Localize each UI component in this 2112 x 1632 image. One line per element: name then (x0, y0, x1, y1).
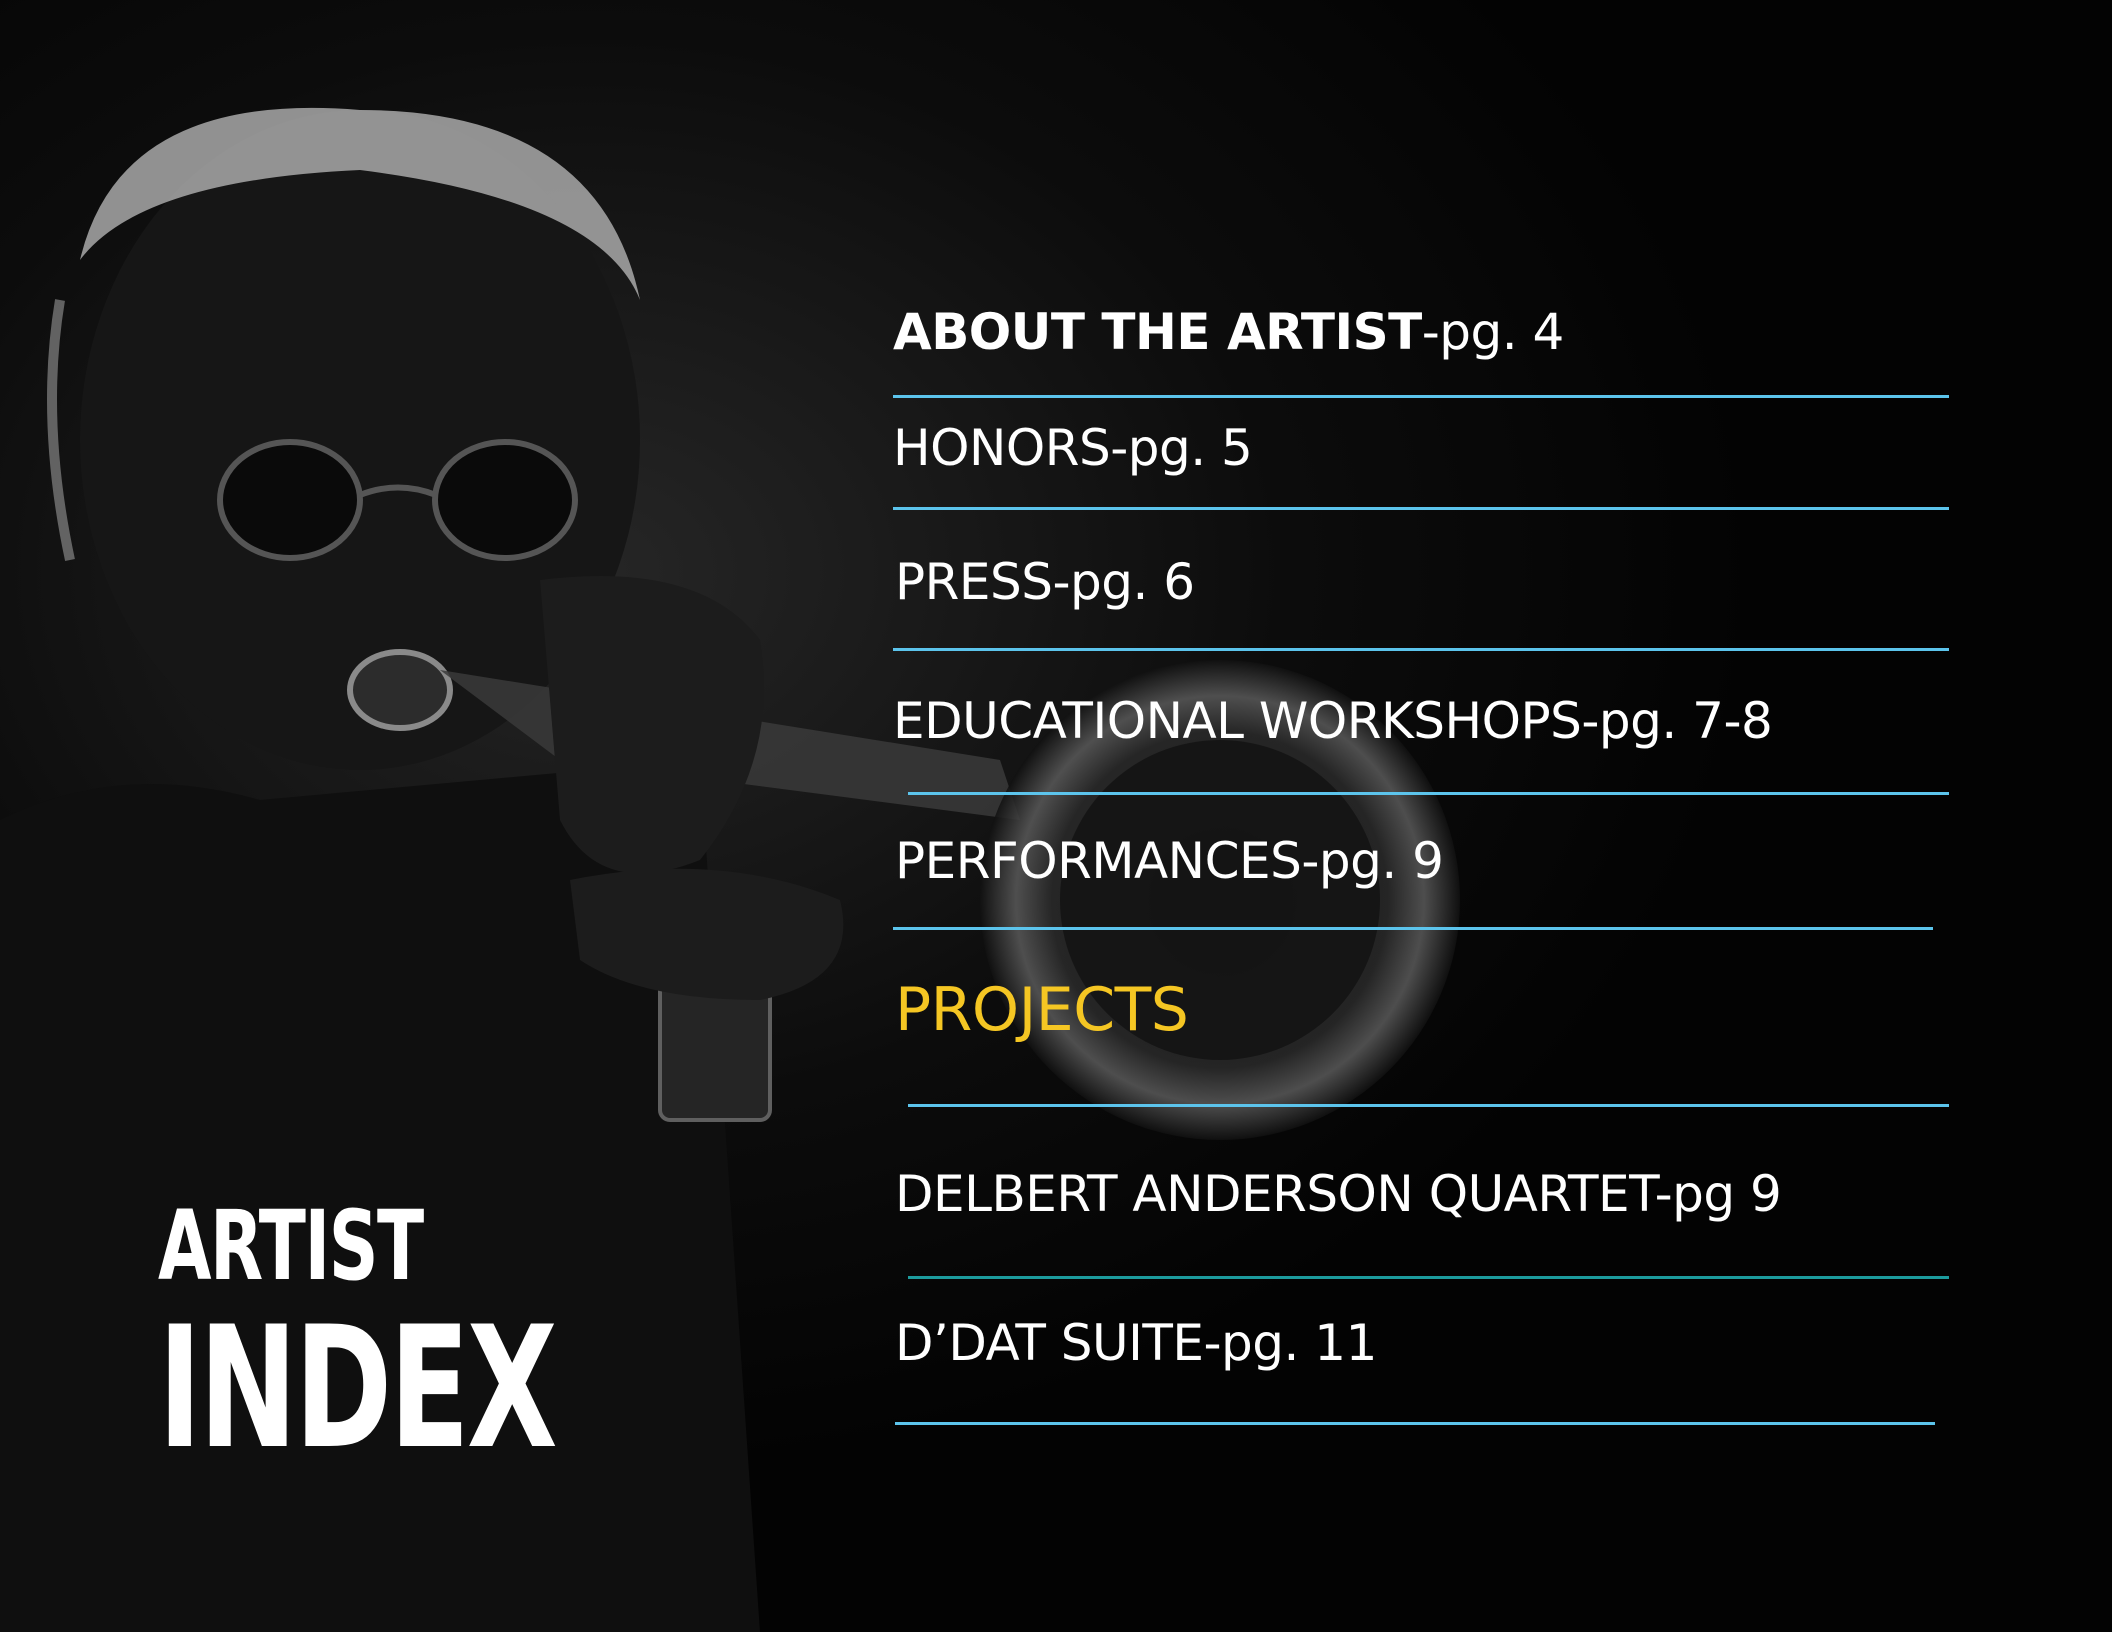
divider-rule (893, 648, 1949, 651)
entry-page: -pg. 11 (1203, 1314, 1378, 1372)
entry-title: DELBERT ANDERSON QUARTET (895, 1165, 1655, 1223)
artist-index-page: ABOUT THE ARTIST-pg. 4 HONORS-pg. 5 PRES… (0, 0, 2112, 1632)
index-entry-performances: PERFORMANCES-pg. 9 (895, 836, 1444, 886)
divider-rule (908, 792, 1949, 795)
entry-page: -pg. 7-8 (1581, 692, 1773, 750)
divider-rule (908, 1276, 1949, 1279)
index-entry-honors: HONORS-pg. 5 (893, 423, 1253, 473)
divider-rule (893, 395, 1949, 398)
divider-rule (893, 507, 1949, 510)
index-entry-educational-workshops: EDUCATIONAL WORKSHOPS-pg. 7-8 (893, 696, 1773, 746)
entry-page: -pg. 5 (1110, 419, 1253, 477)
index-entry-ddat-suite: D’DAT SUITE-pg. 11 (895, 1318, 1377, 1368)
entry-title: PERFORMANCES (895, 832, 1302, 890)
projects-heading: PROJECTS (895, 975, 1189, 1045)
index-entry-press: PRESS-pg. 6 (895, 557, 1195, 607)
title-artist: ARTIST (158, 1190, 424, 1302)
index-entry-delbert-anderson-quartet: DELBERT ANDERSON QUARTET-pg 9 (895, 1169, 1782, 1219)
divider-rule (895, 1422, 1935, 1425)
divider-rule (908, 1104, 1949, 1107)
entry-page: -pg. 6 (1052, 553, 1195, 611)
divider-rule (893, 927, 1933, 930)
entry-title: HONORS (893, 419, 1111, 477)
index-entry-about-the-artist: ABOUT THE ARTIST-pg. 4 (893, 307, 1564, 357)
entry-title: D’DAT SUITE (895, 1314, 1204, 1372)
entry-page: -pg. 9 (1301, 832, 1444, 890)
entry-title: PRESS (895, 553, 1053, 611)
entry-title: ABOUT THE ARTIST (893, 303, 1422, 361)
entry-page: -pg 9 (1654, 1165, 1782, 1223)
entry-page: -pg. 4 (1421, 303, 1565, 361)
title-index: INDEX (158, 1290, 558, 1486)
entry-title: EDUCATIONAL WORKSHOPS (893, 692, 1582, 750)
